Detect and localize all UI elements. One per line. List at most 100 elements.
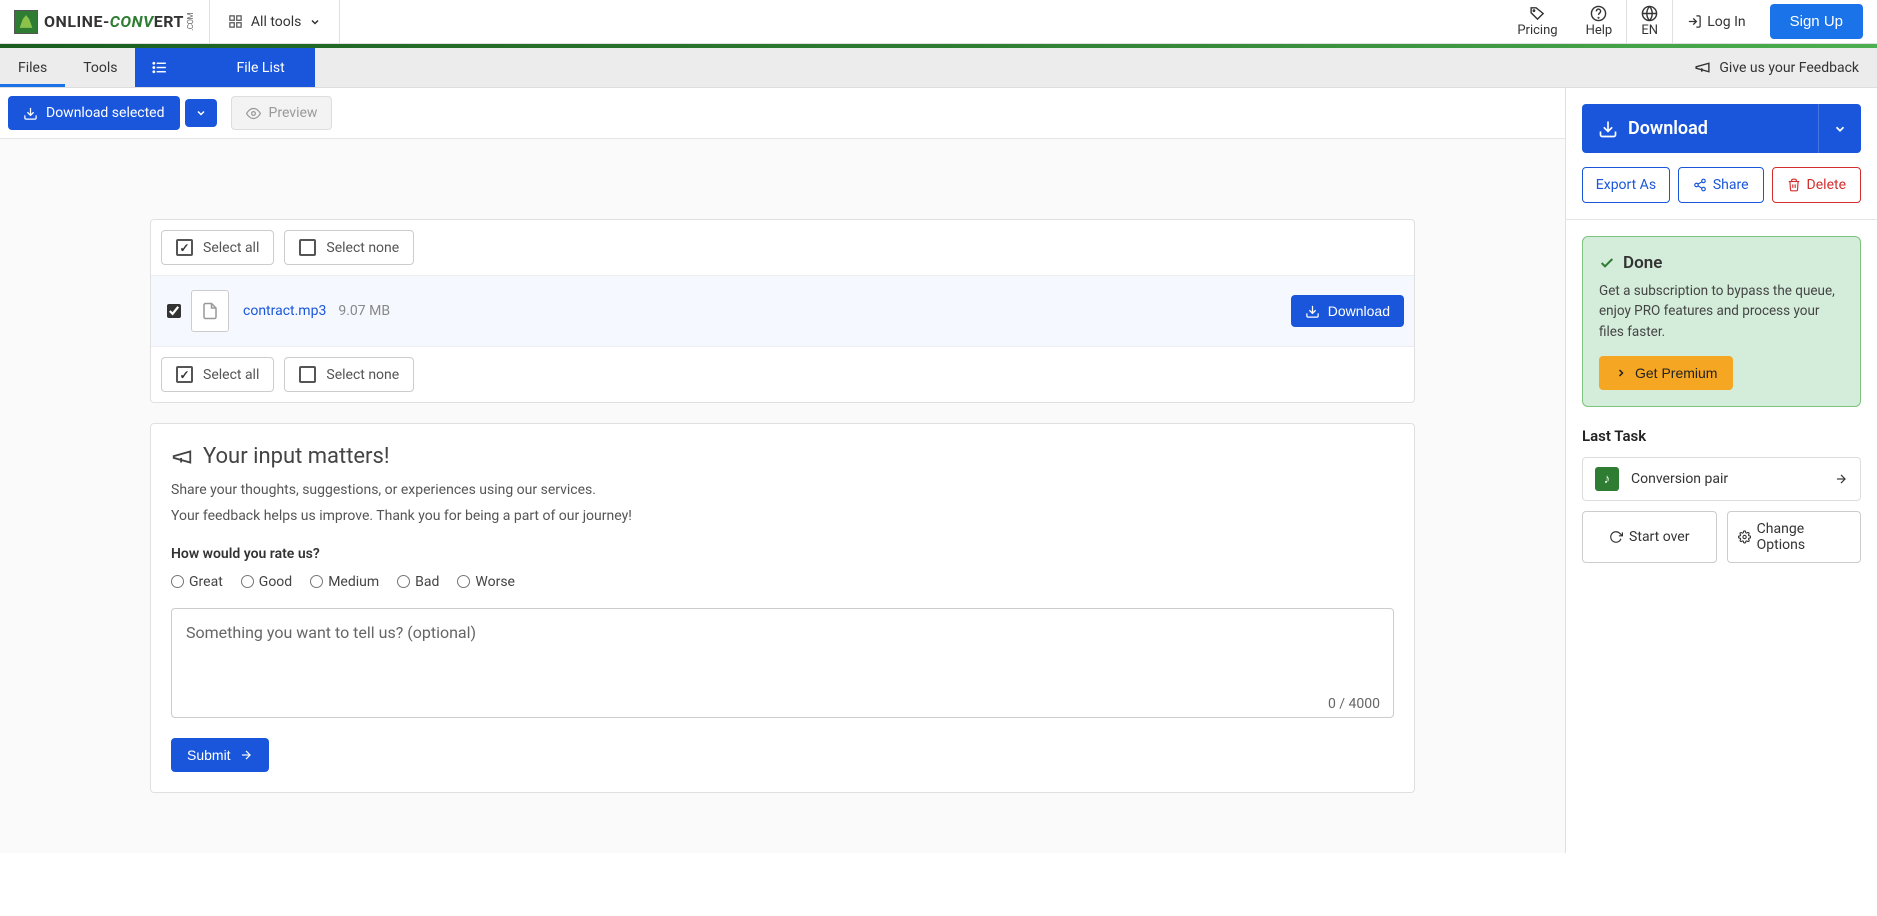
select-none-label: Select none [326, 367, 399, 383]
share-label: Share [1713, 177, 1749, 193]
get-premium-button[interactable]: Get Premium [1599, 356, 1733, 390]
radio-medium[interactable]: Medium [310, 574, 379, 590]
tab-files[interactable]: Files [0, 48, 65, 87]
globe-icon [1641, 5, 1658, 22]
download-selected-label: Download selected [46, 105, 165, 121]
export-as-button[interactable]: Export As [1582, 167, 1670, 203]
submit-label: Submit [187, 747, 231, 763]
change-options-label: Change Options [1757, 521, 1850, 553]
file-checkbox[interactable] [167, 304, 181, 318]
chevron-right-icon [1615, 367, 1627, 379]
pricing-label: Pricing [1517, 23, 1557, 38]
file-row: contract.mp3 9.07 MB Download [151, 275, 1414, 347]
download-selected-button[interactable]: Download selected [8, 96, 180, 130]
file-list-label: File List [236, 60, 284, 76]
chevron-down-icon [1833, 122, 1847, 136]
feedback-label: Give us your Feedback [1719, 60, 1859, 76]
login-icon [1687, 14, 1702, 29]
download-icon [1305, 304, 1320, 319]
chevron-down-icon [309, 16, 321, 28]
conversion-pair-label: Conversion pair [1631, 471, 1728, 487]
megaphone-icon [171, 446, 193, 468]
check-icon [1599, 255, 1615, 271]
feedback-link[interactable]: Give us your Feedback [1676, 59, 1877, 76]
share-button[interactable]: Share [1678, 167, 1764, 203]
feedback-textarea[interactable] [171, 608, 1394, 718]
action-toolbar: Download selected Preview [0, 88, 1565, 139]
help-icon [1590, 5, 1607, 22]
select-all-button-top[interactable]: Select all [161, 230, 274, 265]
login-button[interactable]: Log In [1672, 0, 1759, 43]
download-icon [1598, 119, 1618, 139]
tab-tools[interactable]: Tools [65, 48, 135, 87]
feedback-line2: Your feedback helps us improve. Thank yo… [171, 505, 1394, 527]
file-type-icon [191, 290, 229, 332]
select-none-button-top[interactable]: Select none [284, 230, 414, 265]
select-all-label: Select all [203, 367, 259, 383]
refresh-icon [1609, 530, 1623, 544]
premium-label: Get Premium [1635, 365, 1717, 381]
start-over-button[interactable]: Start over [1582, 511, 1717, 563]
feedback-card: Your input matters! Share your thoughts,… [150, 423, 1415, 793]
pricing-link[interactable]: Pricing [1503, 0, 1571, 43]
grid-icon [228, 14, 243, 29]
rate-question: How would you rate us? [171, 546, 1394, 562]
sidebar-download-label: Download [1628, 118, 1708, 139]
file-list-card: Select all Select none contract.mp3 9.07… [150, 219, 1415, 403]
logo[interactable]: ONLINE-CONVERT .COM [0, 0, 210, 43]
select-none-button-bottom[interactable]: Select none [284, 357, 414, 392]
megaphone-icon [1694, 59, 1711, 76]
done-label: Done [1623, 253, 1662, 273]
arrow-right-icon [1834, 472, 1848, 486]
sidebar-download-dropdown[interactable] [1818, 104, 1861, 153]
login-label: Log In [1707, 14, 1745, 30]
chevron-down-icon [195, 107, 207, 119]
arrow-right-icon [239, 748, 253, 762]
logo-icon [14, 10, 38, 34]
all-tools-label: All tools [251, 14, 301, 30]
file-name-link[interactable]: contract.mp3 [243, 303, 326, 319]
radio-great[interactable]: Great [171, 574, 223, 590]
preview-label: Preview [269, 105, 318, 121]
radio-bad[interactable]: Bad [397, 574, 439, 590]
delete-label: Delete [1807, 177, 1846, 193]
delete-button[interactable]: Delete [1772, 167, 1861, 203]
share-icon [1693, 178, 1707, 192]
radio-worse[interactable]: Worse [457, 574, 515, 590]
trash-icon [1787, 178, 1801, 192]
tab-file-list[interactable]: File List [135, 48, 314, 87]
select-all-button-bottom[interactable]: Select all [161, 357, 274, 392]
rating-options: Great Good Medium Bad Worse [171, 574, 1394, 590]
file-size: 9.07 MB [338, 303, 390, 319]
help-link[interactable]: Help [1572, 0, 1627, 43]
conversion-pair-row[interactable]: ♪ Conversion pair [1582, 457, 1861, 501]
char-counter: 0 / 4000 [1328, 696, 1380, 712]
download-icon [23, 106, 38, 121]
gear-icon [1738, 530, 1751, 544]
start-over-label: Start over [1629, 529, 1689, 545]
done-box: Done Get a subscription to bypass the qu… [1582, 236, 1861, 407]
change-options-button[interactable]: Change Options [1727, 511, 1862, 563]
language-label: EN [1641, 23, 1658, 38]
last-task-title: Last Task [1582, 427, 1861, 445]
checkbox-checked-icon [176, 366, 193, 383]
checkbox-empty-icon [299, 366, 316, 383]
checkbox-empty-icon [299, 239, 316, 256]
all-tools-dropdown[interactable]: All tools [210, 0, 340, 43]
file-download-button[interactable]: Download [1291, 295, 1404, 327]
select-none-label: Select none [326, 240, 399, 256]
radio-good[interactable]: Good [241, 574, 292, 590]
language-selector[interactable]: EN [1626, 0, 1672, 43]
top-right: Pricing Help EN Log In Sign Up [1503, 0, 1877, 43]
signup-button[interactable]: Sign Up [1770, 4, 1863, 39]
sub-nav: Files Tools File List Give us your Feedb… [0, 48, 1877, 88]
done-text: Get a subscription to bypass the queue, … [1599, 281, 1844, 342]
sidebar-download-button[interactable]: Download [1582, 104, 1818, 153]
download-label: Download [1328, 303, 1390, 319]
submit-button[interactable]: Submit [171, 738, 269, 772]
download-selected-dropdown[interactable] [185, 99, 217, 127]
last-task-section: Last Task ♪ Conversion pair Start over C… [1566, 407, 1877, 579]
top-bar: ONLINE-CONVERT .COM All tools Pricing He… [0, 0, 1877, 44]
checkbox-checked-icon [176, 239, 193, 256]
list-icon [151, 59, 168, 76]
